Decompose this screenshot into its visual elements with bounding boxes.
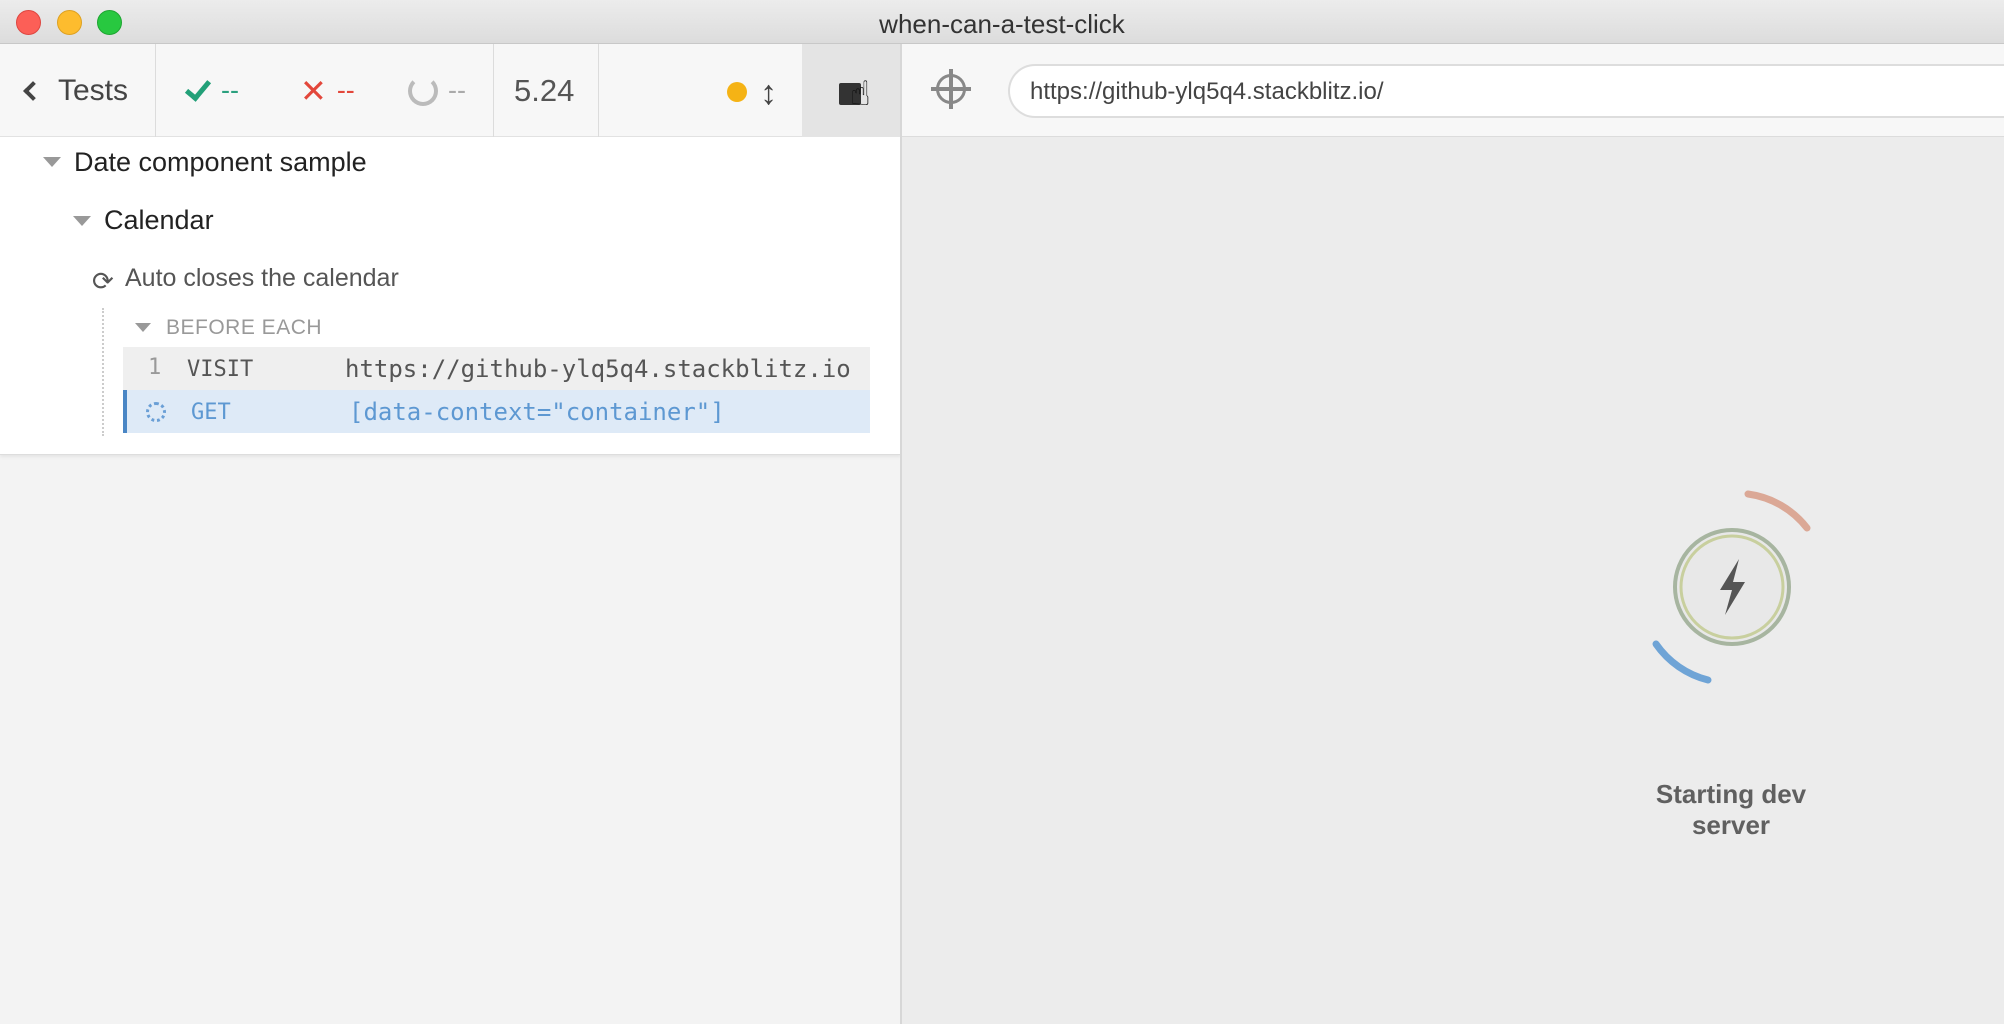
loading-text: Starting dev server — [1655, 779, 1807, 840]
header-divider — [493, 44, 494, 137]
check-icon — [184, 73, 212, 102]
toggle-auto-scroll-icon[interactable]: ↕ — [760, 74, 777, 113]
header-divider — [598, 44, 599, 137]
passed-value: -- — [221, 75, 239, 105]
failed-count: ✕ -- — [300, 44, 355, 137]
back-label: Tests — [58, 73, 129, 107]
chevron-left-icon — [23, 80, 43, 101]
command-name: GET — [191, 400, 231, 425]
app-header: https://github-ylq5q4.stackblitz.io/ — [902, 44, 2004, 137]
pending-count: -- — [408, 44, 466, 137]
running-status-dot — [727, 82, 747, 102]
failed-value: -- — [336, 75, 355, 105]
window-title: when-can-a-test-click — [879, 9, 1125, 39]
command-message: https://github-ylq5q4.stackblitz.io — [345, 355, 851, 383]
window-titlebar: when-can-a-test-click — [0, 0, 2004, 44]
hook-title[interactable]: BEFORE EACH — [166, 316, 322, 340]
stop-button[interactable]: ☝ — [802, 44, 900, 137]
test-title[interactable]: Auto closes the calendar — [125, 264, 399, 293]
loader-arc-bottom — [1652, 640, 1712, 684]
duration: 5.24 — [514, 72, 575, 108]
pending-ring-icon — [408, 75, 438, 106]
hand-cursor-icon: ☝ — [850, 75, 871, 113]
x-icon: ✕ — [300, 72, 327, 109]
pending-value: -- — [448, 75, 466, 105]
header-divider — [155, 44, 156, 137]
refresh-icon: ⟳ — [92, 266, 114, 296]
app-preview — [902, 137, 2004, 1024]
command-message: [data-context="container"] — [349, 398, 725, 426]
selector-playground-icon[interactable] — [931, 69, 971, 109]
passed-count: -- — [184, 44, 239, 137]
spinner-icon — [146, 402, 166, 422]
suite-title[interactable]: Date component sample — [74, 147, 367, 178]
command-name: VISIT — [187, 357, 254, 382]
command-row[interactable]: 1 VISIT https://github-ylq5q4.stackblitz… — [123, 347, 870, 390]
loading-spinner — [1652, 490, 1811, 684]
loader-arc-top — [1744, 490, 1811, 532]
back-to-tests-button[interactable]: Tests — [23, 44, 129, 137]
hook-guide-line — [102, 308, 104, 436]
url-bar[interactable]: https://github-ylq5q4.stackblitz.io/ — [1008, 64, 2004, 118]
command-row-active[interactable]: GET [data-context="container"] — [123, 390, 870, 433]
subsuite-title[interactable]: Calendar — [104, 205, 214, 236]
suite-caret-icon[interactable] — [43, 157, 61, 167]
subsuite-caret-icon[interactable] — [73, 216, 91, 226]
hook-caret-icon[interactable] — [135, 323, 151, 332]
command-number: 1 — [148, 355, 162, 380]
